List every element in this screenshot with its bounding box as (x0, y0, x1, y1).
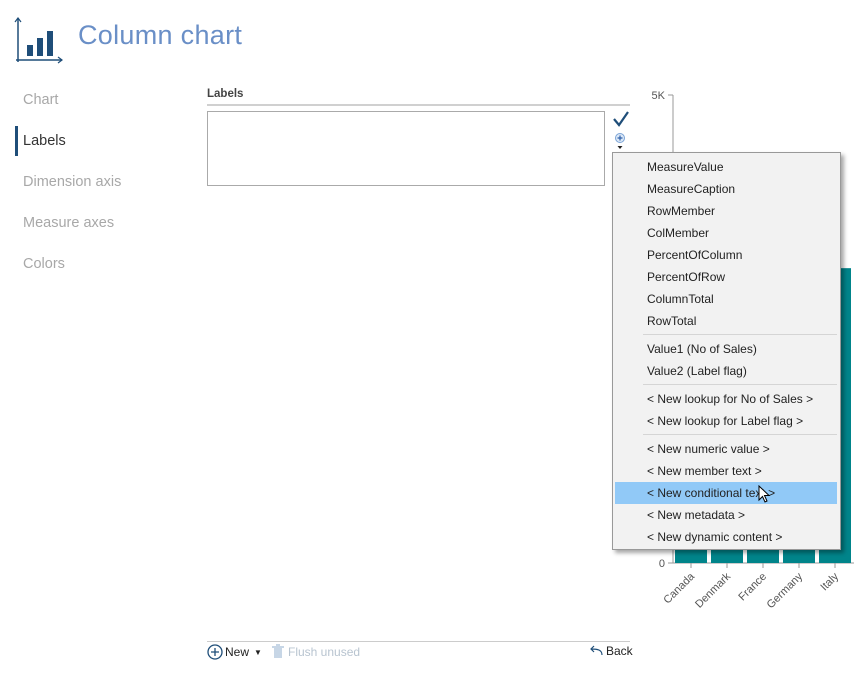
menu-item[interactable]: < New conditional text > (615, 482, 837, 504)
labels-actions (613, 111, 629, 149)
menu-separator (643, 334, 837, 335)
menu-item[interactable]: RowTotal (615, 310, 837, 332)
check-icon[interactable] (613, 111, 629, 127)
x-tick-label: Canada (661, 570, 697, 606)
y-tick-label: 5K (652, 90, 666, 102)
menu-item[interactable]: < New dynamic content > (615, 526, 837, 548)
footer-divider (207, 641, 630, 642)
menu-item[interactable]: MeasureCaption (615, 178, 837, 200)
x-tick-label: Germany (765, 570, 806, 611)
menu-item[interactable]: < New lookup for No of Sales > (615, 388, 837, 410)
flush-unused-button[interactable]: Flush unused (272, 644, 360, 659)
new-label: New (225, 645, 250, 659)
sidebar-item-chart[interactable]: Chart (23, 92, 58, 108)
active-nav-indicator (15, 126, 18, 156)
back-arrow-icon (590, 645, 603, 656)
sidebar-item-labels[interactable]: Labels (23, 133, 66, 149)
divider (207, 104, 630, 106)
dropdown-arrow-icon[interactable] (617, 146, 623, 149)
menu-item[interactable]: < New metadata > (615, 504, 837, 526)
menu-item[interactable]: ColumnTotal (615, 288, 837, 310)
mouse-cursor-icon (758, 485, 771, 503)
flush-label: Flush unused (288, 644, 361, 659)
add-circle-icon (207, 644, 223, 660)
sidebar-item-measure-axes[interactable]: Measure axes (23, 215, 114, 231)
back-button[interactable]: Back (589, 644, 633, 658)
column-chart-icon (14, 17, 63, 64)
insert-field-menu: MeasureValue MeasureCaption RowMember ColMe… (612, 152, 841, 550)
labels-heading: Labels (207, 88, 244, 100)
menu-item[interactable]: MeasureValue (615, 156, 837, 178)
back-label: Back (606, 644, 633, 658)
sidebar-item-colors[interactable]: Colors (23, 256, 65, 272)
menu-item[interactable]: Value1 (No of Sales) (615, 338, 837, 360)
menu-item[interactable]: ColMember (615, 222, 837, 244)
menu-separator (643, 434, 837, 435)
new-button[interactable]: New ▼ (207, 644, 262, 660)
y-tick-label: 0 (659, 558, 665, 570)
trash-icon (272, 644, 284, 658)
x-tick-label: Denmark (693, 570, 733, 610)
menu-item[interactable]: < New numeric value > (615, 438, 837, 460)
x-tick-label: Italy (818, 570, 841, 593)
labels-input[interactable] (207, 111, 605, 186)
sidebar-item-dimension-axis[interactable]: Dimension axis (23, 174, 121, 190)
menu-item[interactable]: Value2 (Label flag) (615, 360, 837, 382)
menu-item[interactable]: PercentOfColumn (615, 244, 837, 266)
chevron-down-icon: ▼ (254, 647, 262, 657)
menu-item[interactable]: PercentOfRow (615, 266, 837, 288)
menu-item[interactable]: < New lookup for Label flag > (615, 410, 837, 432)
menu-item[interactable]: RowMember (615, 200, 837, 222)
x-tick-label: France (736, 571, 769, 604)
page-title: Column chart (78, 20, 243, 50)
menu-separator (643, 384, 837, 385)
menu-item[interactable]: < New member text > (615, 460, 837, 482)
